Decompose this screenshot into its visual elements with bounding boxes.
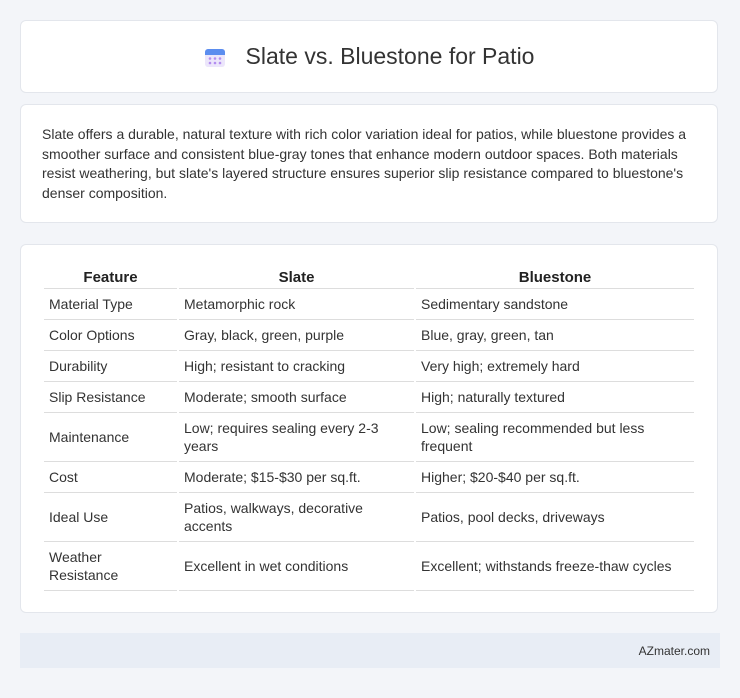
table-row: Color Options Gray, black, green, purple… bbox=[44, 320, 694, 351]
table-row: Durability High; resistant to cracking V… bbox=[44, 351, 694, 382]
bluestone-cell: Higher; $20-$40 per sq.ft. bbox=[416, 462, 694, 493]
table-row: Material Type Metamorphic rock Sedimenta… bbox=[44, 289, 694, 320]
feature-cell: Maintenance bbox=[44, 413, 177, 462]
slate-cell: High; resistant to cracking bbox=[179, 351, 414, 382]
slate-cell: Excellent in wet conditions bbox=[179, 542, 414, 591]
feature-cell: Material Type bbox=[44, 289, 177, 320]
bluestone-cell: Sedimentary sandstone bbox=[416, 289, 694, 320]
feature-cell: Slip Resistance bbox=[44, 382, 177, 413]
header-feature: Feature bbox=[44, 263, 177, 289]
table-row: Weather Resistance Excellent in wet cond… bbox=[44, 542, 694, 591]
summary-card: Slate offers a durable, natural texture … bbox=[20, 104, 718, 223]
table-header-row: Feature Slate Bluestone bbox=[44, 263, 694, 289]
footer: AZmater.com bbox=[20, 633, 720, 668]
slate-cell: Metamorphic rock bbox=[179, 289, 414, 320]
feature-cell: Cost bbox=[44, 462, 177, 493]
feature-cell: Ideal Use bbox=[44, 493, 177, 542]
slate-cell: Moderate; $15-$30 per sq.ft. bbox=[179, 462, 414, 493]
feature-cell: Weather Resistance bbox=[44, 542, 177, 591]
page-title: Slate vs. Bluestone for Patio bbox=[245, 43, 535, 69]
bluestone-cell: Very high; extremely hard bbox=[416, 351, 694, 382]
slate-cell: Gray, black, green, purple bbox=[179, 320, 414, 351]
comparison-table-card: Feature Slate Bluestone Material Type Me… bbox=[20, 244, 718, 613]
bluestone-cell: Low; sealing recommended but less freque… bbox=[416, 413, 694, 462]
slate-cell: Patios, walkways, decorative accents bbox=[179, 493, 414, 542]
header-card: Slate vs. Bluestone for Patio bbox=[20, 20, 718, 93]
slate-cell: Low; requires sealing every 2-3 years bbox=[179, 413, 414, 462]
bluestone-cell: Blue, gray, green, tan bbox=[416, 320, 694, 351]
header-slate: Slate bbox=[179, 263, 414, 289]
feature-cell: Durability bbox=[44, 351, 177, 382]
summary-text: Slate offers a durable, natural texture … bbox=[42, 126, 687, 201]
feature-cell: Color Options bbox=[44, 320, 177, 351]
bluestone-cell: Excellent; withstands freeze-thaw cycles bbox=[416, 542, 694, 591]
slate-cell: Moderate; smooth surface bbox=[179, 382, 414, 413]
calendar-icon bbox=[204, 46, 226, 68]
bluestone-cell: Patios, pool decks, driveways bbox=[416, 493, 694, 542]
table-row: Cost Moderate; $15-$30 per sq.ft. Higher… bbox=[44, 462, 694, 493]
footer-brand: AZmater.com bbox=[638, 643, 710, 658]
table-row: Maintenance Low; requires sealing every … bbox=[44, 413, 694, 462]
comparison-table: Feature Slate Bluestone Material Type Me… bbox=[42, 263, 696, 591]
header-bluestone: Bluestone bbox=[416, 263, 694, 289]
table-row: Slip Resistance Moderate; smooth surface… bbox=[44, 382, 694, 413]
bluestone-cell: High; naturally textured bbox=[416, 382, 694, 413]
table-row: Ideal Use Patios, walkways, decorative a… bbox=[44, 493, 694, 542]
